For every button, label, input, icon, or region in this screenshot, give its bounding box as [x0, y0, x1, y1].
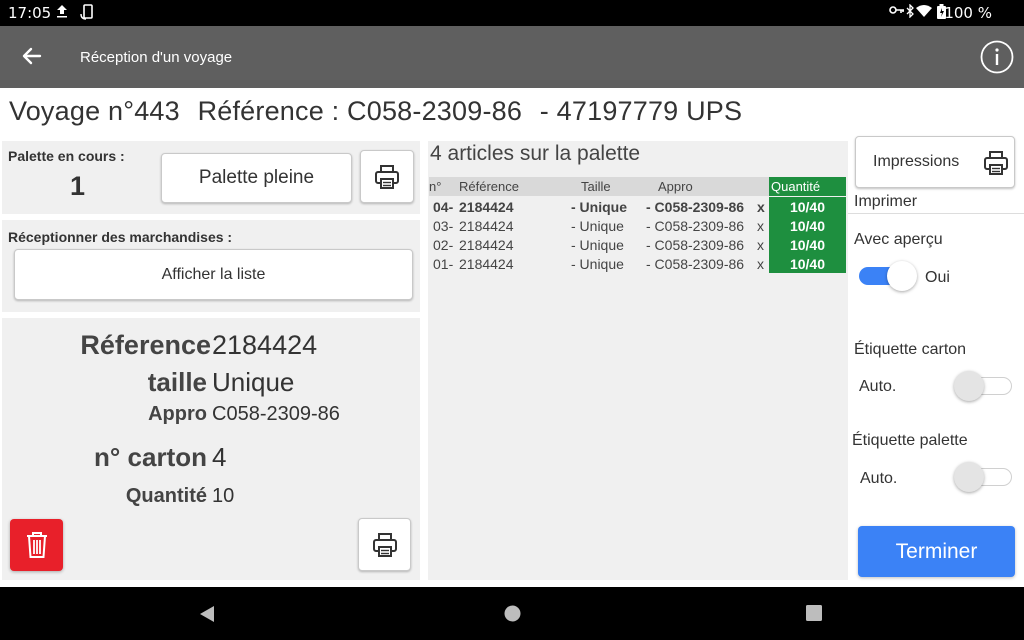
table-row[interactable]: 02- 2184424 - Unique - C058-2309-86 x 10/40 — [429, 235, 846, 254]
detail-size-value: Unique — [212, 367, 295, 397]
battery-percent: 100 % — [944, 4, 992, 22]
pallet-full-button[interactable]: Palette pleine — [161, 153, 352, 203]
row-num: 01- — [433, 256, 454, 272]
row-appro: - C058-2309-86 — [646, 218, 745, 234]
show-list-button[interactable]: Afficher la liste — [14, 249, 413, 300]
receive-goods-label: Réceptionner des marchandises : — [8, 229, 233, 245]
detail-reference-label: Réference — [80, 330, 211, 360]
detail-appro-value: C058-2309-86 — [212, 403, 340, 425]
row-reference: 2184424 — [459, 199, 514, 215]
row-size: - Unique — [571, 237, 624, 253]
row-x: x — [757, 199, 765, 215]
row-size: - Unique — [571, 218, 624, 234]
detail-quantity-value: 10 — [212, 485, 235, 507]
nav-back-icon[interactable] — [199, 605, 215, 628]
app-screen: 17:05 100 % Réception d'un voyage Voyage… — [0, 0, 1024, 640]
impressions-label: Impressions — [873, 153, 960, 170]
row-x: x — [757, 218, 764, 234]
app-bar-title: Réception d'un voyage — [80, 49, 233, 66]
status-bar: 17:05 100 % — [0, 0, 1024, 26]
col-appro: Appro — [658, 179, 693, 194]
voyage-carrier: - 47197779 UPS — [539, 96, 743, 126]
col-reference: Référence — [459, 179, 519, 194]
current-pallet-label: Palette en cours : — [8, 148, 125, 164]
print-article-button[interactable] — [358, 518, 411, 571]
col-quantity: Quantité — [769, 177, 846, 196]
detail-quantity-label: Quantité — [125, 485, 207, 507]
pallet-label-title: Étiquette palette — [852, 432, 968, 449]
nav-recents-icon[interactable] — [806, 605, 822, 626]
table-row[interactable]: 04- 2184424 - Unique - C058-2309-86 x 10/40 — [429, 197, 846, 216]
row-quantity: 10/40 — [769, 216, 846, 235]
row-x: x — [757, 256, 764, 272]
printer-icon — [375, 164, 399, 189]
table-row[interactable]: 03- 2184424 - Unique - C058-2309-86 x 10/40 — [429, 216, 846, 235]
carton-label-title: Étiquette carton — [854, 341, 967, 358]
col-num: n° — [429, 179, 442, 194]
system-nav-bar — [0, 587, 1024, 640]
articles-title: 4 articles sur la palette — [430, 142, 641, 165]
detail-carton-value: 4 — [212, 442, 227, 472]
row-quantity: 10/40 — [769, 197, 846, 216]
printer-icon — [372, 532, 397, 557]
row-quantity: 10/40 — [769, 235, 846, 254]
print-section-label: Imprimer — [854, 193, 918, 210]
articles-table-header: n° Référence Taille Appro Quantité — [429, 177, 846, 196]
info-icon[interactable] — [980, 40, 1014, 74]
rotate-phone-icon — [80, 4, 94, 24]
printer-icon — [984, 151, 1008, 175]
key-icon — [889, 4, 905, 20]
voyage-header: Voyage n°443 Référence : C058-2309-86 - … — [9, 96, 752, 127]
row-num: 04- — [433, 199, 454, 215]
row-appro: - C058-2309-86 — [646, 256, 745, 272]
detail-size-label: taille — [147, 367, 207, 397]
wifi-icon — [915, 4, 933, 22]
pallet-label-toggle[interactable] — [954, 462, 1014, 492]
preview-label: Avec aperçu — [854, 231, 943, 248]
row-size: - Unique — [571, 256, 624, 272]
row-size: - Unique — [571, 199, 627, 215]
status-time: 17:05 — [8, 4, 52, 22]
upload-icon — [56, 4, 68, 22]
bluetooth-icon — [906, 3, 914, 22]
row-x: x — [757, 237, 764, 253]
nav-home-icon[interactable] — [504, 605, 521, 627]
col-size: Taille — [581, 179, 611, 194]
row-reference: 2184424 — [459, 237, 514, 253]
preview-toggle[interactable] — [857, 261, 917, 291]
current-pallet-number: 1 — [70, 171, 86, 201]
carton-label-toggle[interactable] — [954, 371, 1014, 401]
impressions-button[interactable]: Impressions — [855, 136, 1015, 188]
divider — [848, 213, 1024, 214]
print-pallet-button[interactable] — [360, 150, 414, 203]
detail-appro-label: Appro — [148, 403, 207, 425]
voyage-reference: Référence : C058-2309-86 — [197, 96, 523, 126]
row-reference: 2184424 — [459, 218, 514, 234]
pallet-mode-label: Auto. — [860, 470, 898, 487]
table-row[interactable]: 01- 2184424 - Unique - C058-2309-86 x 10/40 — [429, 254, 846, 273]
detail-carton-label: n° carton — [94, 442, 207, 472]
row-quantity: 10/40 — [769, 254, 846, 273]
voyage-number: Voyage n°443 — [9, 96, 180, 126]
delete-button[interactable] — [10, 519, 63, 571]
back-arrow-icon[interactable] — [18, 42, 46, 70]
row-appro: - C058-2309-86 — [646, 199, 745, 215]
carton-mode-label: Auto. — [859, 378, 897, 395]
row-num: 02- — [433, 237, 454, 253]
preview-toggle-label: Oui — [925, 269, 950, 286]
detail-reference-value: 2184424 — [212, 330, 318, 360]
row-appro: - C058-2309-86 — [646, 237, 745, 253]
row-reference: 2184424 — [459, 256, 514, 272]
finish-button[interactable]: Terminer — [858, 526, 1015, 577]
trash-icon — [26, 532, 47, 558]
app-bar: Réception d'un voyage — [0, 26, 1024, 88]
row-num: 03- — [433, 218, 454, 234]
